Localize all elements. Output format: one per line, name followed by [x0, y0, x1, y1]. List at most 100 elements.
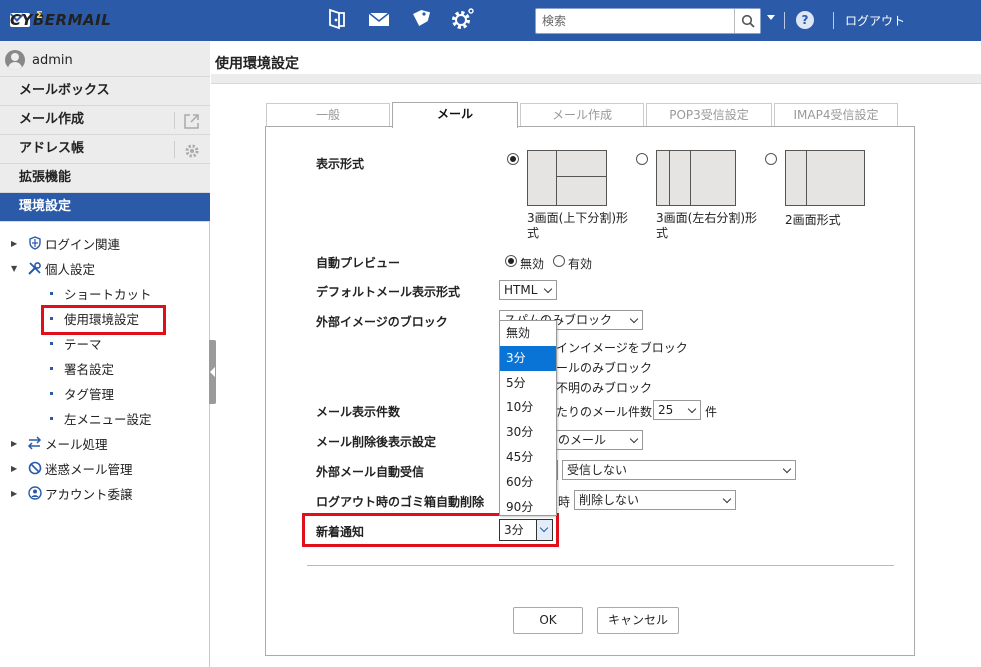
- chevron-down-icon: [543, 284, 553, 294]
- auto-preview-on-radio[interactable]: [553, 255, 565, 267]
- page-title: 使用環境設定: [215, 56, 299, 72]
- bullet: [50, 341, 53, 345]
- highlight-box-sidebar: [41, 305, 166, 335]
- search-button[interactable]: [734, 9, 760, 33]
- portal-icon[interactable]: [326, 8, 348, 34]
- help-icon[interactable]: ?: [796, 11, 814, 29]
- tag-icon[interactable]: [409, 8, 431, 34]
- tab-imap4[interactable]: IMAP4受信設定: [774, 103, 898, 127]
- sidebar-item-preferences[interactable]: 環境設定: [0, 193, 210, 222]
- tree-item-theme[interactable]: テーマ: [50, 333, 102, 353]
- sidebar-item-extensions[interactable]: 拡張機能: [0, 164, 210, 193]
- sidebar-item-label: 拡張機能: [19, 170, 72, 185]
- tree-item-signature[interactable]: 署名設定: [50, 358, 114, 378]
- dropdown-option-90min[interactable]: 90分: [500, 495, 556, 520]
- tree-item-spam[interactable]: ▶ 迷惑メール管理: [11, 458, 133, 478]
- logo-text: CYBERMAIL: [10, 11, 112, 29]
- new-mail-dropdown-list[interactable]: 無効 3分 5分 10分 30分 45分 60分 90分: [499, 320, 557, 516]
- trash-delete-select[interactable]: 削除しない: [574, 490, 736, 510]
- sidebar-item-label: アドレス帳: [19, 141, 85, 156]
- expand-arrow-icon[interactable]: ▶: [11, 239, 21, 248]
- mail-count-select[interactable]: 25: [653, 400, 701, 420]
- layout-preview-two-pane[interactable]: [785, 150, 865, 206]
- default-format-label: デフォルトメール表示形式: [316, 285, 461, 299]
- layout-preview-horizontal-split[interactable]: [656, 150, 736, 206]
- display-format-radio-2[interactable]: [636, 153, 648, 165]
- tree-item-mail-processing[interactable]: ▶ メール処理: [11, 433, 108, 453]
- after-delete-value: のメール: [558, 433, 607, 447]
- sidebar-item-label: メールボックス: [19, 83, 110, 98]
- tree-item-left-menu[interactable]: 左メニュー設定: [50, 408, 152, 428]
- logout-link[interactable]: ログアウト: [845, 12, 905, 29]
- search-options-dropdown[interactable]: [767, 15, 775, 20]
- display-format-radio-1[interactable]: [507, 153, 519, 165]
- menu-separator: [174, 141, 175, 158]
- default-format-select[interactable]: HTML: [499, 280, 557, 300]
- title-underline: [211, 74, 981, 84]
- auto-preview-off-radio[interactable]: [505, 255, 517, 267]
- mail-icon[interactable]: [368, 8, 390, 34]
- tree-item-login[interactable]: ▶ ログイン関連: [11, 233, 120, 253]
- tree-item-personal[interactable]: ▼ 個人設定: [11, 258, 95, 278]
- tab-pop3[interactable]: POP3受信設定: [646, 103, 772, 127]
- layout-preview-vertical-split[interactable]: [527, 150, 607, 206]
- tab-general[interactable]: 一般: [266, 103, 390, 127]
- display-format-option-3: 2画面形式: [785, 213, 841, 227]
- dropdown-option-45min[interactable]: 45分: [500, 445, 556, 470]
- search-input[interactable]: [536, 9, 734, 33]
- dropdown-option-60min[interactable]: 60分: [500, 470, 556, 495]
- collapse-arrow-icon[interactable]: ▼: [11, 264, 21, 273]
- ok-button[interactable]: OK: [513, 607, 583, 634]
- cancel-button[interactable]: キャンセル: [597, 607, 679, 634]
- expand-arrow-icon[interactable]: ▶: [11, 439, 21, 448]
- prohibited-icon: [27, 461, 42, 476]
- sidebar-item-compose[interactable]: メール作成: [0, 106, 210, 135]
- avatar: [5, 50, 25, 70]
- tab-compose[interactable]: メール作成: [520, 103, 644, 127]
- display-format-option-1: 3画面(上下分割)形式: [527, 211, 628, 240]
- chevron-down-icon: [782, 464, 792, 474]
- auto-preview-off-label: 無効: [520, 257, 545, 271]
- external-image-option-text-3: 不明のみブロック: [556, 381, 653, 395]
- search-box: [535, 8, 761, 34]
- user-row: admin: [0, 41, 210, 77]
- default-format-value: HTML: [504, 283, 538, 297]
- tree-item-label: ログイン関連: [45, 236, 121, 252]
- external-receive-select[interactable]: 受信しない: [562, 460, 796, 480]
- dropdown-option-3min[interactable]: 3分: [500, 345, 556, 371]
- tree-item-label: 迷惑メール管理: [45, 461, 133, 477]
- auto-preview-on-label: 有効: [568, 257, 593, 271]
- dropdown-option-5min[interactable]: 5分: [500, 371, 556, 396]
- external-receive-label: 外部メール自動受信: [316, 465, 425, 479]
- tab-mail[interactable]: メール: [392, 102, 518, 128]
- expand-arrow-icon[interactable]: ▶: [11, 464, 21, 473]
- dropdown-option-30min[interactable]: 30分: [500, 420, 556, 445]
- username: admin: [32, 53, 73, 68]
- sidebar: admin メールボックス メール作成 アドレス帳 拡張機能 環境設定 ▶ ログ…: [0, 41, 210, 667]
- sidebar-item-mailbox[interactable]: メールボックス: [0, 77, 210, 106]
- menu-separator: [174, 112, 175, 129]
- tree-item-shortcut[interactable]: ショートカット: [50, 283, 152, 303]
- display-format-radio-3[interactable]: [765, 153, 777, 165]
- expand-arrow-icon[interactable]: ▶: [11, 489, 21, 498]
- mail-count-text: たりのメール件数: [556, 405, 653, 419]
- display-format-option-2: 3画面(左右分割)形式: [656, 211, 757, 240]
- bullet: [50, 291, 53, 295]
- dropdown-option-disabled[interactable]: 無効: [500, 321, 556, 346]
- tree-item-label: メール処理: [45, 436, 108, 452]
- tree-item-label: 左メニュー設定: [64, 411, 152, 427]
- settings-gear-icon[interactable]: [449, 8, 475, 36]
- dropdown-option-10min[interactable]: 10分: [500, 395, 556, 420]
- trash-delete-time-suffix: 時: [558, 495, 571, 509]
- tree-item-account[interactable]: ▶ アカウント委譲: [11, 483, 133, 503]
- display-format-label: 表示形式: [316, 157, 365, 171]
- trash-delete-label: ログアウト時のゴミ箱自動削除: [316, 495, 485, 509]
- search-icon: [741, 14, 755, 28]
- tools-icon: [27, 261, 42, 276]
- bullet: [50, 391, 53, 395]
- sidebar-item-address-book[interactable]: アドレス帳: [0, 135, 210, 164]
- tree-item-tag-management[interactable]: タグ管理: [50, 383, 114, 403]
- after-delete-label: メール削除後表示設定: [316, 435, 437, 449]
- cybermail-logo[interactable]: CYBERMAIL Σ: [10, 10, 111, 29]
- sidebar-collapse-handle[interactable]: [209, 340, 216, 404]
